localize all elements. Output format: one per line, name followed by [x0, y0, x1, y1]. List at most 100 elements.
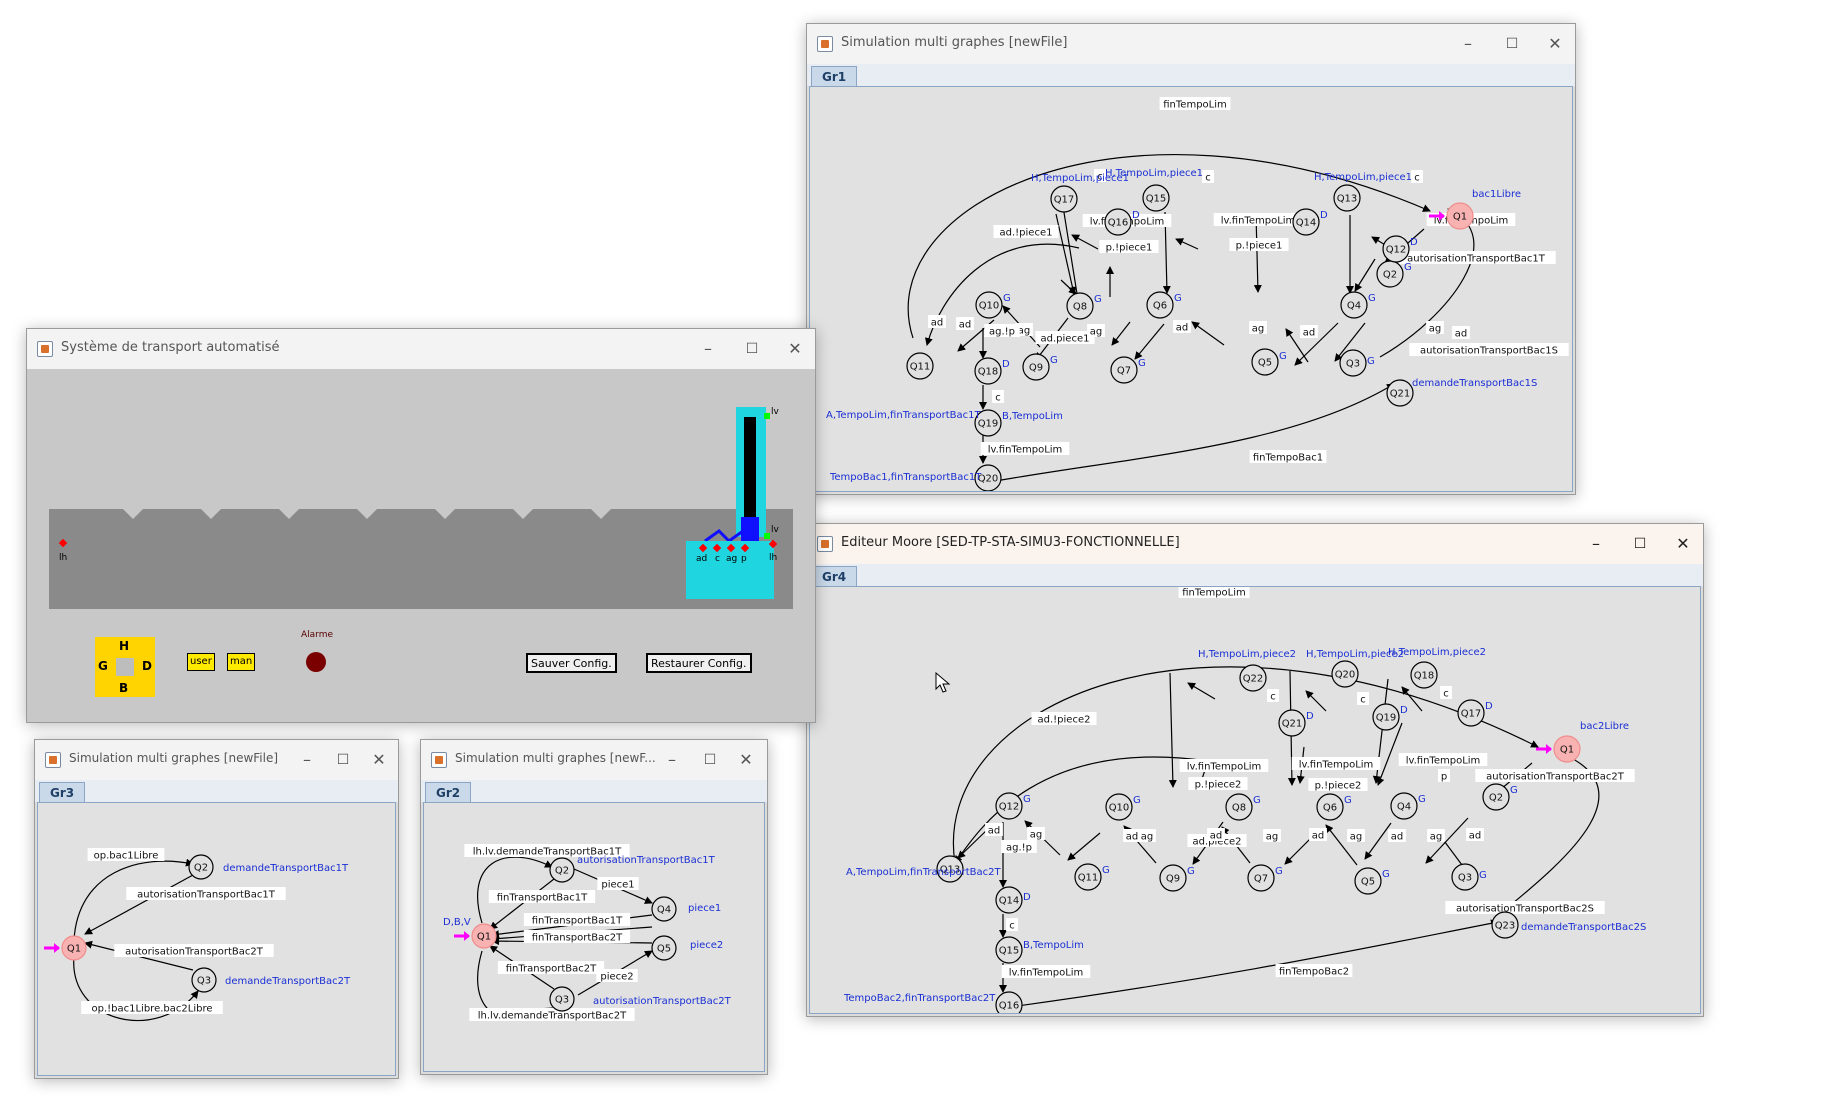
- edge-label-q1_q3: op.!bac1Libre.bac2Libre: [92, 1004, 213, 1015]
- dpad-right-button[interactable]: D: [142, 659, 152, 673]
- graph-canvas[interactable]: finTempoLim autorisationTransportBac2T aut…: [809, 586, 1701, 1014]
- state-label-q15: Q15: [999, 946, 1020, 957]
- edge-label-agp: ag.!p: [989, 327, 1015, 338]
- minimize-button[interactable]: –: [1581, 530, 1611, 558]
- maximize-button[interactable]: ☐: [1625, 530, 1655, 558]
- graph-canvas[interactable]: lh.lv.demandeTransportBac1T lh.lv.demande…: [423, 802, 765, 1072]
- close-button[interactable]: ✕: [1540, 30, 1570, 58]
- graph-canvas[interactable]: op.bac1Libre autorisationTransportBac1T au…: [37, 802, 396, 1076]
- man-button[interactable]: man: [227, 653, 256, 671]
- edge-label-c4: c: [995, 393, 1001, 404]
- state-output-q16: TempoBac2,finTransportBac2T: [843, 993, 996, 1004]
- state-output-q15: B,TempoLim: [1023, 940, 1084, 951]
- maximize-button[interactable]: ☐: [1497, 30, 1527, 58]
- state-output-q12: D: [1410, 237, 1418, 248]
- edge-label-ag5: ag: [1430, 832, 1442, 843]
- edge-label-q23_q1: autorisationTransportBac2S: [1456, 904, 1594, 915]
- tab-gr3[interactable]: Gr3: [39, 782, 86, 803]
- state-label-q21: Q21: [1390, 389, 1411, 400]
- sensor-label-ad: ad: [696, 554, 708, 564]
- lift-label-bottom: lv: [771, 525, 779, 535]
- state-label-q9: Q9: [1166, 874, 1180, 885]
- dpad-left-button[interactable]: G: [98, 659, 108, 673]
- java-icon: [431, 752, 447, 768]
- state-label-q3: Q3: [555, 995, 569, 1006]
- initial-arrow-head: [1546, 744, 1552, 754]
- graph-canvas[interactable]: finTempoLim autorisationTransportBac1T aut…: [809, 86, 1573, 492]
- save-config-button[interactable]: Sauver Config.: [526, 653, 617, 673]
- titlebar[interactable]: Système de transport automatisé – ☐ ✕: [27, 329, 815, 369]
- state-label-q14: Q14: [999, 896, 1020, 907]
- tab-gr2[interactable]: Gr2: [425, 782, 472, 803]
- window-title: Simulation multi graphes [newF...: [455, 751, 656, 765]
- state-label-q3: Q3: [1458, 873, 1472, 884]
- state-output-q17: H,TempoLim,piece1: [1031, 173, 1129, 184]
- minimize-button[interactable]: –: [292, 746, 322, 774]
- state-label-q12: Q12: [999, 802, 1020, 813]
- state-output-q5: G: [1279, 351, 1287, 362]
- state-label-q1: Q1: [1560, 745, 1574, 756]
- edge-label-lv1: lv.finTempoLim: [1187, 762, 1262, 773]
- state-label-q14: Q14: [1296, 218, 1317, 229]
- java-icon: [37, 341, 53, 357]
- state-label-q12: Q12: [1386, 245, 1407, 256]
- state-output-q9: G: [1187, 866, 1195, 877]
- alarm-label: Alarme: [301, 630, 334, 640]
- tab-gr4[interactable]: Gr4: [811, 566, 858, 587]
- edge-label-c3: c: [1414, 173, 1420, 184]
- java-icon: [817, 36, 833, 52]
- state-label-q11: Q11: [1078, 873, 1099, 884]
- initial-arrow-head: [54, 943, 60, 953]
- tab-gr1[interactable]: Gr1: [811, 66, 858, 87]
- minimize-button[interactable]: –: [1453, 30, 1483, 58]
- titlebar[interactable]: Simulation multi graphes [newFile] – ☐ ✕: [35, 740, 398, 780]
- sensor-label-lh: lh: [59, 553, 68, 563]
- state-label-q13: Q13: [1337, 194, 1358, 205]
- edge-label-lvq19: lv.finTempoLim: [988, 445, 1063, 456]
- minimize-button[interactable]: –: [657, 746, 687, 774]
- edge-label-ag3: ag: [1266, 832, 1278, 843]
- maximize-button[interactable]: ☐: [695, 746, 725, 774]
- state-output-q1: bac2Libre: [1580, 721, 1629, 732]
- dpad-center: [116, 658, 134, 676]
- edge-label-c4: c: [1009, 921, 1015, 932]
- edge-label-ad5: ad: [959, 320, 971, 331]
- titlebar[interactable]: Simulation multi graphes [newF... – ☐ ✕: [421, 740, 767, 780]
- close-button[interactable]: ✕: [780, 335, 810, 363]
- state-output-q9: G: [1050, 355, 1058, 366]
- dpad-down-button[interactable]: B: [119, 681, 128, 695]
- edge-label-q4_q1a: finTransportBac1T: [532, 916, 623, 927]
- state-label-q2: Q2: [194, 863, 208, 874]
- close-button[interactable]: ✕: [1668, 530, 1698, 558]
- maximize-button[interactable]: ☐: [328, 746, 358, 774]
- window-title: Simulation multi graphes [newFile]: [841, 35, 1068, 50]
- edge-label-q2_q4: piece1: [601, 880, 634, 891]
- mouse-cursor-icon: [935, 672, 951, 693]
- state-output-q3: demandeTransportBac2T: [225, 976, 351, 987]
- state-label-q5: Q5: [1361, 877, 1375, 888]
- state-output-q1: D,B,V: [443, 917, 471, 928]
- titlebar[interactable]: Simulation multi graphes [newFile] – ☐ ✕: [807, 24, 1575, 64]
- state-label-q18: Q18: [978, 367, 999, 378]
- edge-label-q3_q5: piece2: [600, 972, 633, 983]
- restore-config-button[interactable]: Restaurer Config.: [646, 653, 752, 673]
- lift-carriage: [741, 517, 759, 541]
- edge-label-p: p: [1441, 772, 1447, 783]
- edge-label-ad2: ad: [1176, 323, 1188, 334]
- state-output-q2: G: [1510, 785, 1518, 796]
- maximize-button[interactable]: ☐: [737, 335, 767, 363]
- window-title: Editeur Moore [SED-TP-STA-SIMU3-FONCTION…: [841, 535, 1180, 550]
- state-output-q1: bac1Libre: [1472, 189, 1521, 200]
- close-button[interactable]: ✕: [364, 746, 394, 774]
- state-label-q19: Q19: [978, 419, 999, 430]
- minimize-button[interactable]: –: [693, 335, 723, 363]
- state-label-q7: Q7: [1117, 366, 1131, 377]
- state-label-q10: Q10: [979, 301, 1000, 312]
- state-output-q6: G: [1174, 293, 1182, 304]
- state-output-q3: autorisationTransportBac2T: [593, 996, 732, 1007]
- state-output-q7: G: [1275, 866, 1283, 877]
- titlebar[interactable]: Editeur Moore [SED-TP-STA-SIMU3-FONCTION…: [807, 524, 1703, 564]
- close-button[interactable]: ✕: [731, 746, 761, 774]
- user-button[interactable]: user: [187, 653, 215, 671]
- dpad-up-button[interactable]: H: [119, 639, 129, 653]
